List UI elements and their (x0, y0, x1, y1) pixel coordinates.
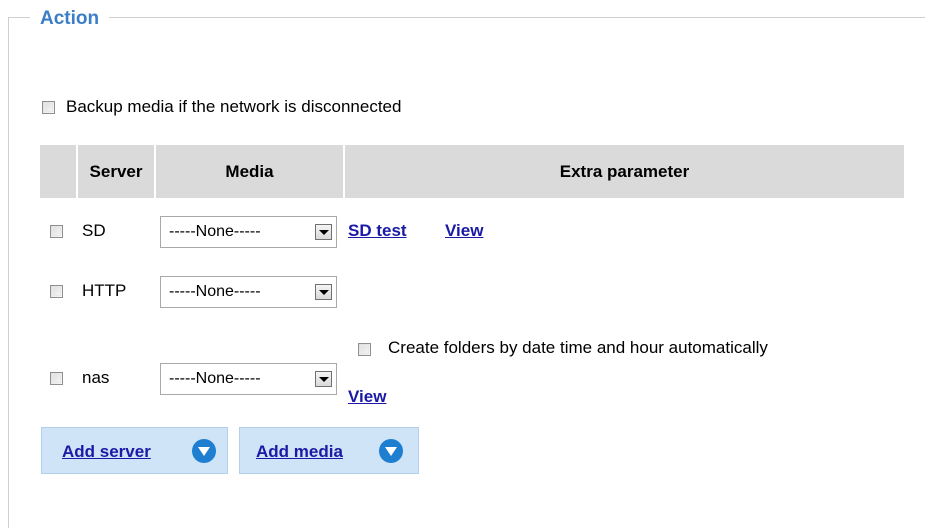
fieldset-border-left (8, 17, 9, 528)
row-nas-media-select[interactable]: -----None----- (160, 363, 337, 395)
add-server-label[interactable]: Add server (62, 442, 151, 462)
row-http-checkbox[interactable] (50, 285, 63, 298)
create-folders-label: Create folders by date time and hour aut… (388, 338, 768, 357)
chevron-down-circle-icon[interactable] (192, 439, 216, 463)
backup-label: Backup media if the network is disconnec… (66, 97, 402, 116)
header-server: Server (78, 145, 154, 198)
sd-view-link[interactable]: View (445, 221, 483, 241)
row-sd-media-select[interactable]: -----None----- (160, 216, 337, 248)
add-media-button[interactable]: Add media (239, 427, 419, 474)
row-nas-server: nas (82, 368, 110, 387)
row-sd-server: SD (82, 221, 106, 240)
row-http-server: HTTP (82, 281, 127, 300)
row-nas-media-value: -----None----- (169, 370, 261, 387)
row-http-media-select[interactable]: -----None----- (160, 276, 337, 308)
backup-checkbox[interactable] (42, 101, 55, 114)
nas-view-link[interactable]: View (348, 387, 386, 407)
chevron-down-icon[interactable] (315, 371, 332, 387)
header-select-cell (40, 145, 76, 198)
chevron-down-icon[interactable] (315, 224, 332, 240)
section-legend: Action (30, 8, 110, 30)
create-folders-checkbox[interactable] (358, 343, 371, 356)
row-http-media-value: -----None----- (169, 283, 261, 300)
sd-test-link[interactable]: SD test (348, 221, 407, 241)
chevron-down-circle-icon[interactable] (379, 439, 403, 463)
header-extra-parameter: Extra parameter (345, 145, 904, 198)
chevron-down-icon[interactable] (315, 284, 332, 300)
row-nas-checkbox[interactable] (50, 372, 63, 385)
row-sd-media-value: -----None----- (169, 223, 261, 240)
row-sd-checkbox[interactable] (50, 225, 63, 238)
add-server-button[interactable]: Add server (41, 427, 228, 474)
fieldset-border-top (8, 17, 925, 18)
header-media: Media (156, 145, 343, 198)
add-media-label[interactable]: Add media (256, 442, 343, 462)
